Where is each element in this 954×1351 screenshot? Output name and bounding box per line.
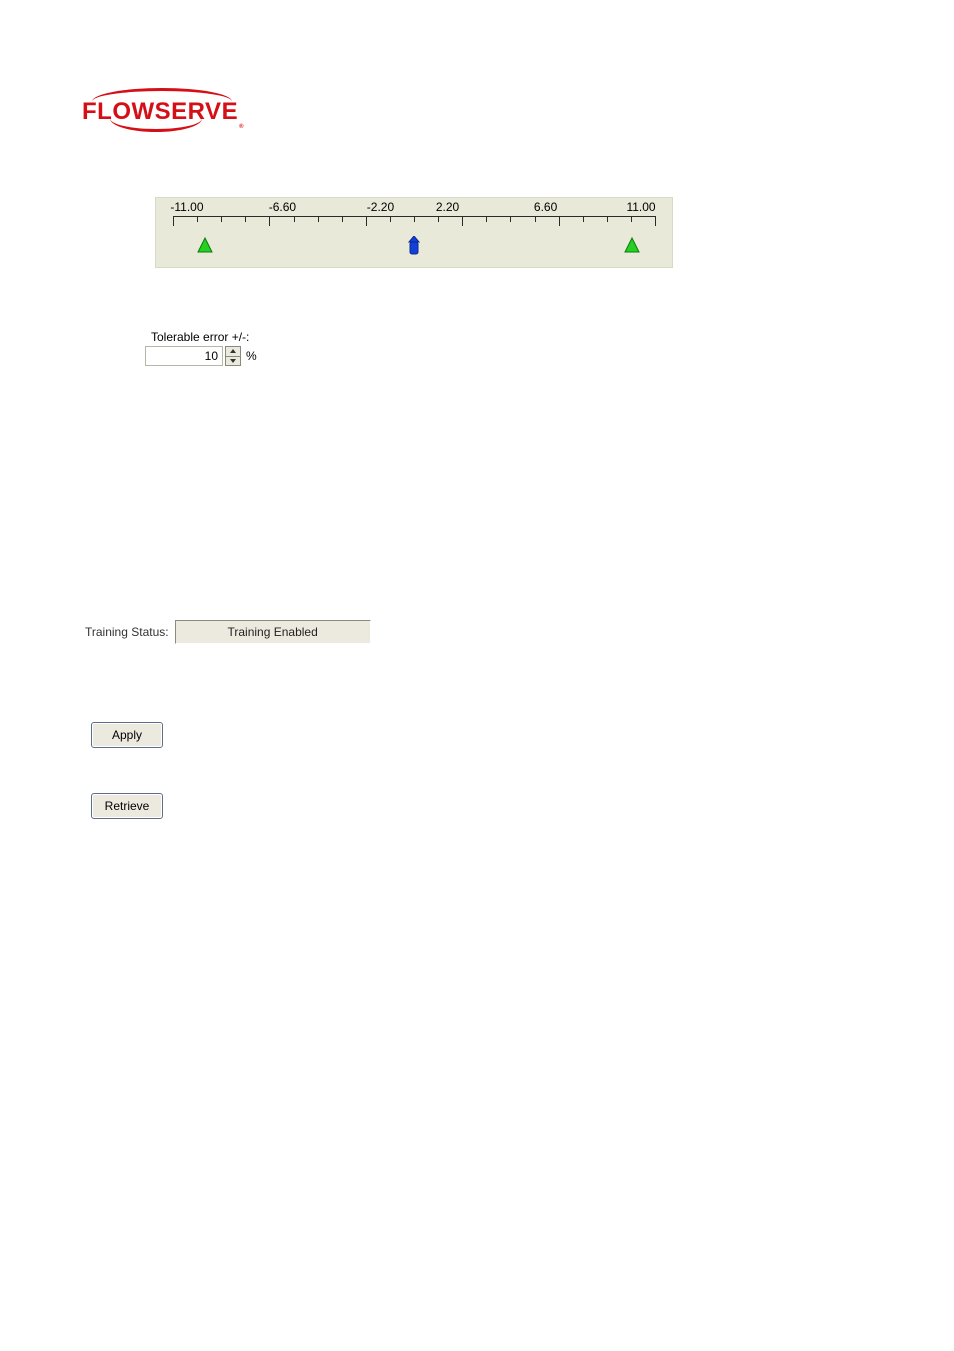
retrieve-button[interactable]: Retrieve [91, 793, 163, 819]
flowserve-logo: FLOWSERVE ® [82, 88, 238, 126]
tolerable-error-input[interactable] [145, 346, 223, 366]
chevron-up-icon [230, 349, 236, 353]
tolerable-error-label: Tolerable error +/-: [151, 330, 257, 344]
scale-label: 6.60 [534, 200, 557, 214]
step-down-button[interactable] [226, 356, 240, 366]
scale-label: -6.60 [269, 200, 296, 214]
scale-label: 2.20 [436, 200, 459, 214]
step-up-button[interactable] [226, 347, 240, 356]
tolerable-error-group: Tolerable error +/-: % [145, 330, 257, 366]
tolerable-error-unit: % [246, 349, 257, 363]
error-scale-panel: -11.00 -6.60 -2.20 2.20 6.60 11.00 [155, 197, 673, 268]
chevron-down-icon [230, 359, 236, 363]
apply-button[interactable]: Apply [91, 722, 163, 748]
scale-label: -2.20 [367, 200, 394, 214]
scale-label: 11.00 [626, 200, 655, 214]
training-status-row: Training Status: Training Enabled [85, 620, 371, 644]
training-status-value: Training Enabled [175, 620, 371, 644]
limit-marker-left-icon[interactable] [196, 236, 214, 254]
value-marker-icon [408, 236, 420, 256]
scale-label: -11.00 [170, 200, 203, 214]
tolerable-error-stepper[interactable] [225, 346, 241, 366]
training-status-label: Training Status: [85, 625, 169, 639]
limit-marker-right-icon[interactable] [623, 236, 641, 254]
